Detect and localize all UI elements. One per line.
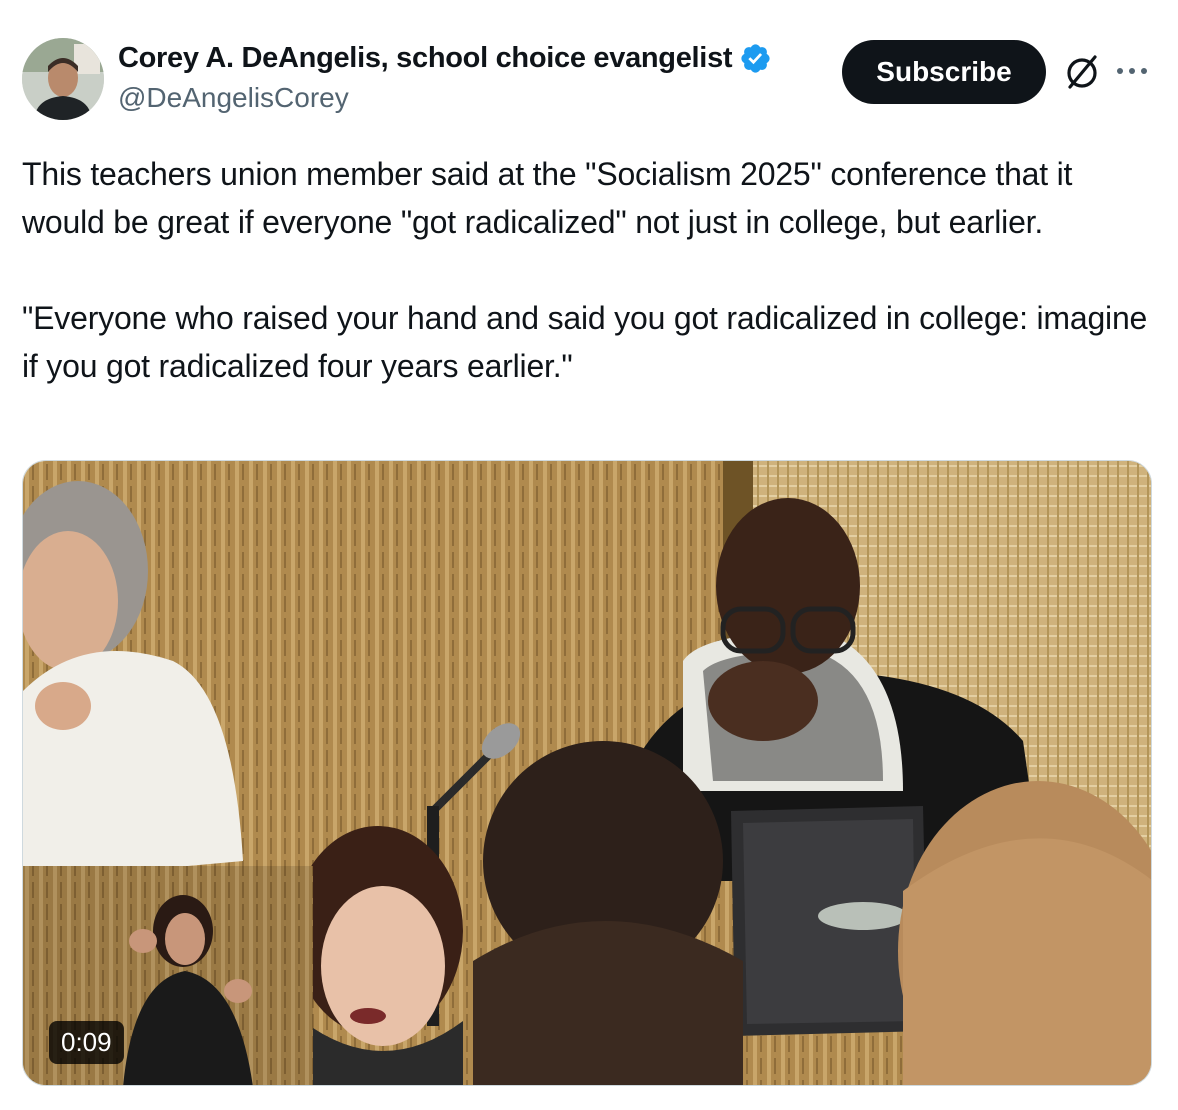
profile-avatar-icon (22, 38, 104, 120)
more-options-icon[interactable] (1112, 56, 1152, 86)
author-handle[interactable]: @DeAngelisCorey (118, 82, 349, 114)
verified-badge-icon (741, 44, 770, 73)
video-player[interactable]: 0:09 (22, 460, 1152, 1086)
author-name-row: Corey A. DeAngelis, school choice evange… (118, 42, 772, 75)
tweet-paragraph: This teachers union member said at the "… (22, 156, 1073, 240)
grok-icon[interactable] (1062, 52, 1102, 92)
author-display-name[interactable]: Corey A. DeAngelis, school choice evange… (118, 42, 733, 75)
subscribe-button[interactable]: Subscribe (842, 40, 1046, 104)
author-avatar[interactable] (22, 38, 104, 120)
tweet-text: This teachers union member said at the "… (22, 150, 1162, 390)
video-duration-badge: 0:09 (49, 1021, 124, 1064)
tweet-paragraph: "Everyone who raised your hand and said … (22, 300, 1148, 384)
video-thumbnail (23, 461, 1151, 1085)
